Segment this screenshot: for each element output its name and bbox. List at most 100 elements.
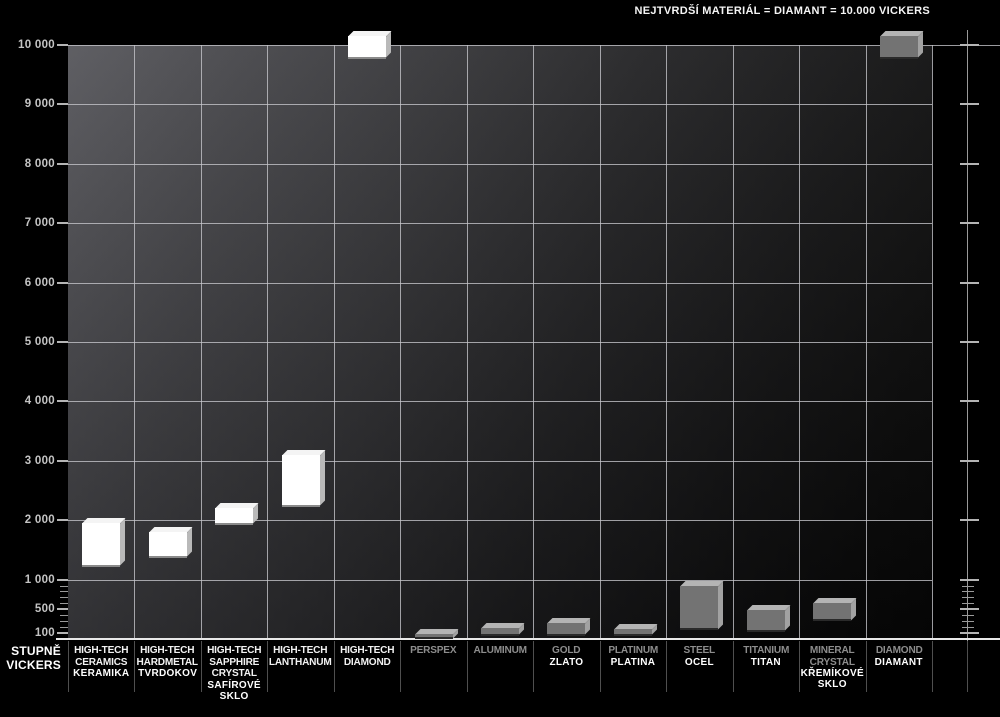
- gridline-horizontal: [68, 104, 932, 105]
- gridline-horizontal: [68, 283, 932, 284]
- category-czech-line: SKLO: [201, 691, 267, 702]
- category-name-line: DIAMOND: [867, 645, 931, 657]
- right-axis-tick: [960, 163, 979, 165]
- right-axis-tick: [960, 400, 979, 402]
- chart-title: NEJTVRDŠÍ MATERIÁL = DIAMANT = 10.000 VI…: [635, 5, 931, 17]
- bar-high-tech-lanthanum: [282, 455, 320, 505]
- category-name-line: CRYSTAL: [800, 657, 864, 669]
- y-axis-minor-tick: [60, 597, 68, 598]
- y-tick-label: 6 000: [0, 277, 55, 289]
- x-category-label: PLATINUMPLATINA: [600, 645, 666, 668]
- gridline-horizontal: [68, 520, 932, 521]
- right-axis-tick: [960, 608, 979, 610]
- y-axis-tick: [57, 222, 68, 224]
- right-axis-tick: [960, 222, 979, 224]
- right-axis-minor-tick: [962, 621, 974, 622]
- bar--face: [282, 455, 320, 505]
- bar--face: [481, 628, 519, 634]
- right-axis-minor-tick: [962, 603, 974, 604]
- bar-side-face: [120, 519, 125, 566]
- y-axis-tick: [57, 44, 68, 46]
- x-category-label: HIGH-TECHLANTHANUM: [267, 645, 333, 668]
- category-czech-line: ZLATO: [533, 657, 599, 668]
- gridline-vertical: [866, 45, 867, 639]
- bar--face: [747, 610, 785, 630]
- gridline-horizontal: [68, 461, 932, 462]
- y-axis-tick: [57, 400, 68, 402]
- gridline-vertical: [533, 45, 534, 639]
- bar-side-face: [320, 450, 325, 505]
- gridline-horizontal: [68, 342, 932, 343]
- y-tick-label: 7 000: [0, 217, 55, 229]
- y-axis-minor-tick: [60, 627, 68, 628]
- y-axis-minor-tick: [60, 615, 68, 616]
- x-category-label: MINERALCRYSTALKŘEMÍKOVÉSKLO: [799, 645, 865, 690]
- category-name-line: TITANIUM: [734, 645, 798, 657]
- gridline-vertical: [334, 45, 335, 639]
- x-category-label: TITANIUMTITAN: [733, 645, 799, 668]
- gridline-horizontal: [68, 223, 932, 224]
- x-category-label: ALUMINUM: [467, 645, 533, 657]
- bar--face: [614, 629, 652, 634]
- vickers-hardness-chart: NEJTVRDŠÍ MATERIÁL = DIAMANT = 10.000 VI…: [0, 0, 1000, 717]
- gridline-vertical: [600, 45, 601, 639]
- gridline-vertical: [932, 45, 933, 639]
- gridline-horizontal: [68, 401, 932, 402]
- y-tick-label: 500: [0, 603, 55, 615]
- x-category-label: HIGH-TECHSAPPHIRECRYSTALSAFÍROVÉSKLO: [201, 645, 267, 702]
- category-czech-line: TITAN: [733, 657, 799, 668]
- right-axis-minor-tick: [962, 597, 974, 598]
- y-axis-tick: [57, 103, 68, 105]
- x-category-label: PERSPEX: [400, 645, 466, 657]
- category-name-line: GOLD: [535, 645, 599, 657]
- category-czech-line: KERAMIKA: [68, 668, 134, 679]
- category-name-line: CRYSTAL: [202, 668, 266, 680]
- gridline-horizontal: [68, 164, 932, 165]
- bar--face: [82, 523, 120, 565]
- gridline-vertical: [666, 45, 667, 639]
- right-axis-tick: [960, 44, 979, 46]
- x-axis-baseline: [56, 638, 1000, 640]
- gridline-vertical: [799, 45, 800, 639]
- gridline-vertical: [267, 45, 268, 639]
- bar-steel: [680, 586, 718, 629]
- y-axis-minor-tick: [60, 586, 68, 587]
- y-axis-tick: [57, 632, 68, 634]
- category-name-line: LANTHANUM: [269, 657, 333, 669]
- gridline-vertical: [400, 45, 401, 639]
- y-tick-label: 2 000: [0, 514, 55, 526]
- category-name-line: CERAMICS: [69, 657, 133, 669]
- y-axis-title: STUPNĚ VICKERS: [0, 644, 61, 672]
- x-label-separator: [932, 641, 933, 692]
- bar-gold: [547, 623, 585, 634]
- right-axis-tick: [960, 460, 979, 462]
- right-axis-tick: [960, 519, 979, 521]
- bar-platinum: [614, 629, 652, 634]
- right-axis-minor-tick: [962, 615, 974, 616]
- category-czech-line: OCEL: [666, 657, 732, 668]
- y-axis-tick: [57, 608, 68, 610]
- category-name-line: PLATINUM: [601, 645, 665, 657]
- bar--face: [415, 634, 453, 638]
- y-tick-label: 100: [0, 627, 55, 639]
- category-czech-line: SKLO: [799, 679, 865, 690]
- right-axis-tick: [960, 103, 979, 105]
- x-category-label: HIGH-TECHCERAMICSKERAMIKA: [68, 645, 134, 679]
- category-name-line: PERSPEX: [402, 645, 466, 657]
- bar--face: [813, 603, 851, 620]
- bar-perspex: [415, 634, 453, 638]
- bar-side-face: [187, 528, 192, 557]
- y-axis-tick: [57, 341, 68, 343]
- category-czech-line: TVRDOKOV: [134, 668, 200, 679]
- x-category-label: HIGH-TECHDIAMOND: [334, 645, 400, 668]
- bar-high-tech-ceramics: [82, 523, 120, 565]
- bar-diamond: [880, 36, 918, 57]
- category-name-line: HARDMETAL: [136, 657, 200, 669]
- bar--face: [680, 586, 718, 629]
- category-czech-line: DIAMANT: [866, 657, 932, 668]
- bar-high-tech-diamond: [348, 36, 386, 57]
- y-axis-title-line1: STUPNĚ: [11, 644, 61, 658]
- y-tick-label: 3 000: [0, 455, 55, 467]
- bar-aluminum: [481, 628, 519, 634]
- gridline-vertical: [134, 45, 135, 639]
